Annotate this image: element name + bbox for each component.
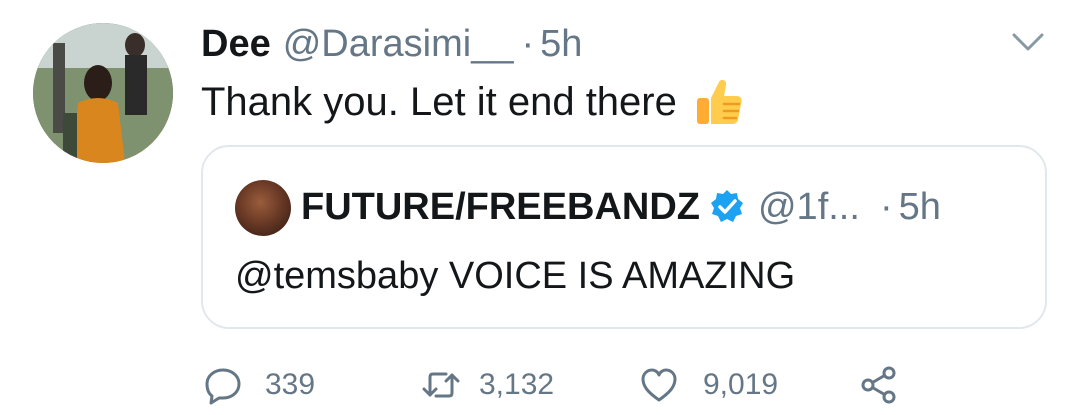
tweet[interactable]: Dee @Darasimi__ · 5h Thank you. Let it e… bbox=[0, 0, 1080, 415]
reply-icon bbox=[205, 368, 241, 405]
avatar-photo bbox=[33, 23, 173, 163]
user-handle[interactable]: @Darasimi__ bbox=[283, 23, 514, 66]
like-button[interactable]: 9,019 bbox=[639, 360, 778, 410]
tweet-body: Thank you. Let it end there bbox=[201, 76, 745, 128]
retweet-count: 3,132 bbox=[479, 368, 555, 401]
heart-icon bbox=[641, 368, 677, 402]
tweet-actions: 339 3,132 9,019 bbox=[201, 360, 1047, 410]
retweet-button[interactable]: 3,132 bbox=[421, 360, 554, 410]
chevron-down-icon[interactable] bbox=[1010, 30, 1046, 54]
tweet-timestamp[interactable]: 5h bbox=[540, 23, 582, 66]
quoted-tweet-header: FUTURE/FREEBANDZ @1f... · 5h bbox=[301, 183, 941, 231]
tweet-header: Dee @Darasimi__ · 5h bbox=[201, 20, 582, 68]
display-name[interactable]: Dee bbox=[201, 23, 271, 66]
share-button[interactable] bbox=[859, 360, 899, 410]
user-avatar[interactable] bbox=[33, 23, 173, 163]
share-icon bbox=[861, 366, 896, 404]
like-count: 9,019 bbox=[703, 368, 779, 401]
retweet-icon bbox=[422, 372, 460, 398]
quoted-tweet-text: @temsbaby VOICE IS AMAZING bbox=[235, 255, 796, 297]
separator-dot: · bbox=[521, 22, 535, 65]
quoted-timestamp[interactable]: 5h bbox=[899, 186, 941, 229]
reply-button[interactable]: 339 bbox=[203, 360, 315, 410]
quoted-separator-dot: · bbox=[879, 185, 893, 228]
quoted-tweet[interactable]: FUTURE/FREEBANDZ @1f... · 5h @temsbaby V… bbox=[201, 145, 1047, 329]
thumbs-up-icon bbox=[696, 79, 742, 124]
tweet-text: Thank you. Let it end there bbox=[201, 79, 677, 124]
quoted-user-handle[interactable]: @1f... bbox=[758, 186, 860, 229]
quoted-display-name[interactable]: FUTURE/FREEBANDZ bbox=[301, 186, 700, 229]
quoted-user-avatar[interactable] bbox=[235, 180, 291, 236]
reply-count: 339 bbox=[265, 368, 316, 401]
verified-badge-icon bbox=[710, 190, 743, 222]
